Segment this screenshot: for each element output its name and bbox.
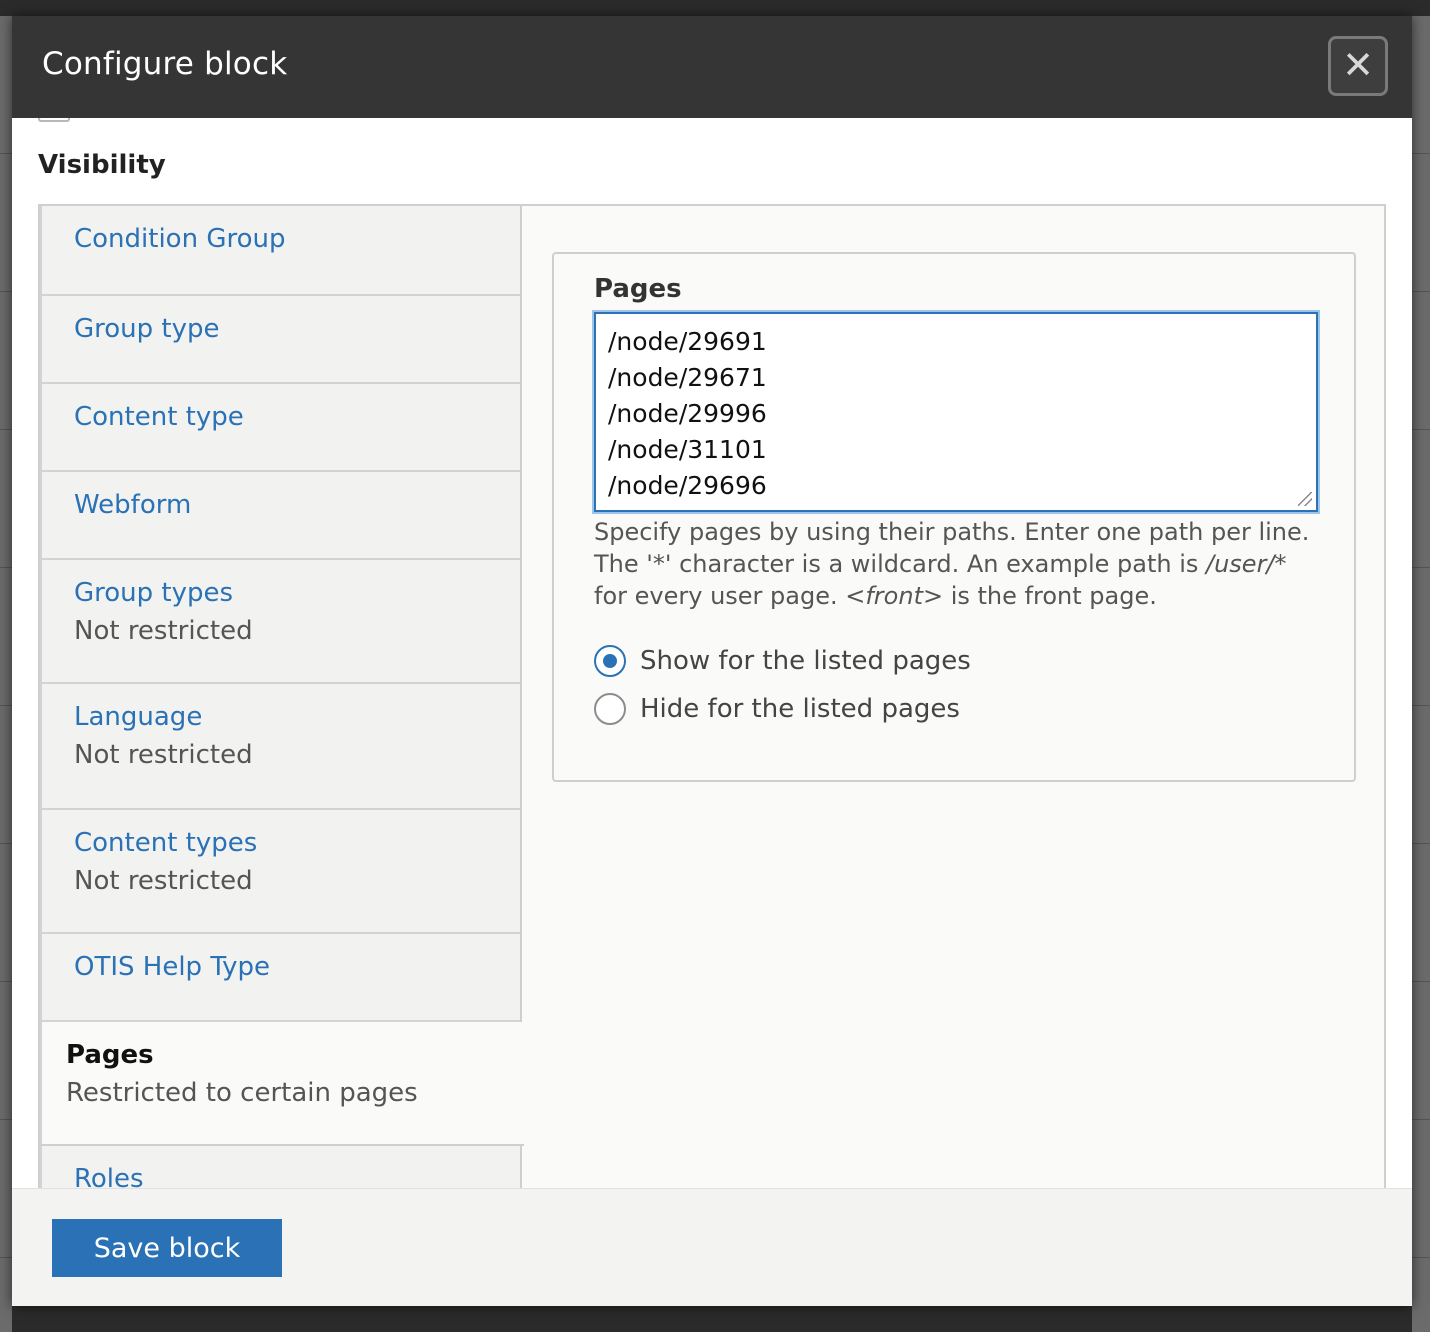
configure-block-dialog: Configure block ✕ Visibility Condition G…: [12, 16, 1412, 1306]
tab-label: Condition Group: [74, 224, 286, 254]
vertical-tabs-menu: Condition Group Group type Content type …: [40, 206, 524, 1188]
description-text: Specify pages by using their paths. Ente…: [594, 518, 1310, 578]
tab-label: OTIS Help Type: [74, 952, 271, 982]
tab-label: Language: [74, 702, 203, 732]
tab-webform[interactable]: Webform: [40, 472, 520, 560]
close-icon[interactable]: ✕: [1328, 36, 1388, 96]
dialog-content[interactable]: Visibility Condition Group Group type Co…: [12, 118, 1412, 1188]
tab-group-type[interactable]: Group type: [40, 296, 520, 384]
tab-language[interactable]: Language Not restricted: [40, 684, 520, 810]
tab-summary: Not restricted: [74, 866, 253, 896]
visibility-heading: Visibility: [38, 150, 166, 180]
radio-hide-for-listed[interactable]: Hide for the listed pages: [594, 692, 960, 726]
pages-pane: Pages /node/29691 /node/29671 /node/2999…: [552, 252, 1356, 782]
dialog-footer: Save block: [12, 1188, 1412, 1306]
background-page-right: [1412, 16, 1430, 1332]
tab-summary: Not restricted: [74, 740, 253, 770]
tab-label: Group type: [74, 314, 220, 344]
tab-pages[interactable]: Pages Restricted to certain pages: [40, 1022, 524, 1146]
tab-roles[interactable]: Roles: [40, 1146, 520, 1188]
tab-label: Content type: [74, 402, 244, 432]
pages-textarea[interactable]: /node/29691 /node/29671 /node/29996 /nod…: [592, 310, 1320, 514]
dialog-titlebar: Configure block ✕: [12, 16, 1412, 118]
tab-label: Group types: [74, 578, 234, 608]
tab-content-type[interactable]: Content type: [40, 384, 520, 472]
tab-content-types[interactable]: Content types Not restricted: [40, 810, 520, 934]
radio-button-checked[interactable]: [594, 645, 626, 677]
tab-label: Content types: [74, 828, 258, 858]
visibility-vertical-tabs: Condition Group Group type Content type …: [38, 204, 1386, 1188]
pages-description: Specify pages by using their paths. Ente…: [594, 516, 1324, 612]
example-path: /user/*: [1206, 550, 1287, 578]
display-title-checkbox[interactable]: [38, 118, 70, 122]
radio-label: Hide for the listed pages: [640, 694, 960, 724]
front-token: <front>: [845, 582, 944, 610]
pages-field-label: Pages: [594, 274, 682, 304]
save-block-button[interactable]: Save block: [52, 1219, 282, 1277]
radio-button[interactable]: [594, 693, 626, 725]
tab-summary: Not restricted: [74, 616, 253, 646]
description-text: is the front page.: [943, 582, 1157, 610]
radio-label: Show for the listed pages: [640, 646, 971, 676]
tab-label: Pages: [66, 1040, 154, 1070]
textarea-resize-handle[interactable]: [1298, 492, 1312, 506]
tab-label: Webform: [74, 490, 192, 520]
radio-show-for-listed[interactable]: Show for the listed pages: [594, 644, 971, 678]
tab-group-types[interactable]: Group types Not restricted: [40, 560, 520, 684]
dialog-title: Configure block: [42, 46, 288, 82]
tab-label: Roles: [74, 1164, 144, 1188]
tab-summary: Restricted to certain pages: [66, 1078, 418, 1108]
background-page-left: [0, 16, 12, 1332]
description-text: for every user page.: [594, 582, 846, 610]
tab-otis-help-type[interactable]: OTIS Help Type: [40, 934, 520, 1022]
tab-condition-group[interactable]: Condition Group: [40, 206, 520, 296]
